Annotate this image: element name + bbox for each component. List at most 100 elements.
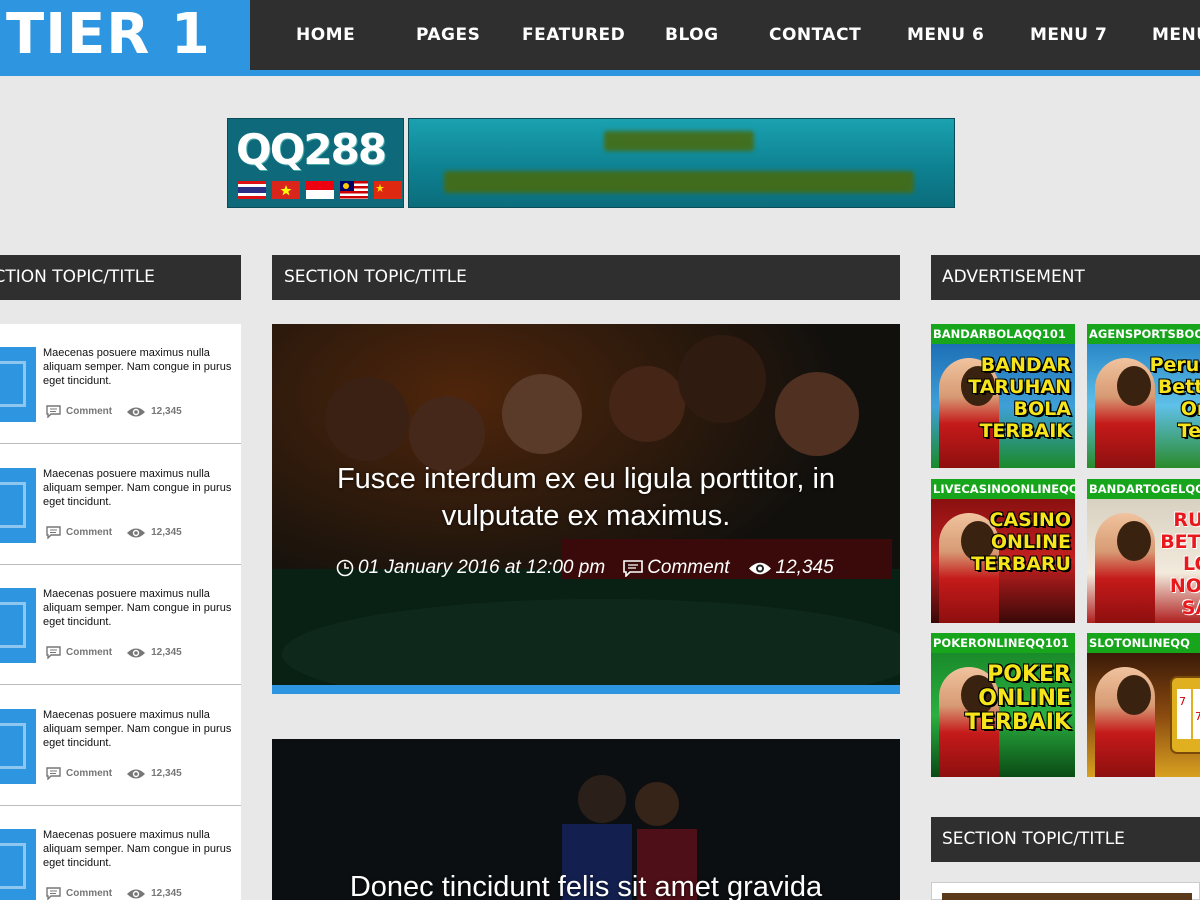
- image-placeholder-icon: [0, 829, 36, 900]
- image-placeholder-icon: [0, 347, 36, 422]
- list-item-excerpt[interactable]: Maecenas posuere maximus nulla aliquam s…: [43, 828, 233, 870]
- list-item-excerpt[interactable]: Maecenas posuere maximus nulla aliquam s…: [43, 467, 233, 509]
- list-item-excerpt[interactable]: Maecenas posuere maximus nulla aliquam s…: [43, 708, 233, 750]
- list-item-meta: Comment 12,345: [46, 646, 182, 659]
- comment-link[interactable]: Comment: [647, 557, 729, 579]
- view-count: 12,345: [151, 527, 182, 538]
- ad-image: RUMABETTINLOTTNOMOSATU: [1087, 499, 1200, 623]
- comment-icon: [623, 559, 643, 577]
- nav-item-menu-7[interactable]: MENU 7: [1030, 25, 1107, 45]
- ad-model: [1095, 667, 1155, 777]
- eye-icon: [748, 562, 771, 574]
- list-item[interactable]: Maecenas posuere maximus nulla aliquam s…: [0, 445, 241, 565]
- list-item-meta: Comment 12,345: [46, 405, 182, 418]
- banner-logo-panel: QQ288: [227, 118, 404, 208]
- nav-item-menu-6[interactable]: MENU 6: [907, 25, 984, 45]
- banner-promo-panel: [408, 118, 955, 208]
- ad-image: 7 7 7: [1087, 653, 1200, 777]
- featured-post-card[interactable]: Fusce interdum ex eu ligula porttitor, i…: [272, 324, 900, 694]
- view-count: 12,345: [775, 557, 834, 578]
- svg-text:7: 7: [1179, 695, 1186, 708]
- ad-headline: BANDAR TARUHAN BOLA TERBAIK: [968, 354, 1071, 442]
- vietnam-flag-icon: [272, 181, 300, 199]
- ad-image: CASINO ONLINE TERBARU: [931, 499, 1075, 623]
- nav-item-home[interactable]: HOME: [296, 25, 355, 45]
- list-item-meta: Comment 12,345: [46, 526, 182, 539]
- comment-icon: [46, 405, 61, 418]
- featured-post-title[interactable]: Fusce interdum ex eu ligula porttitor, i…: [292, 461, 880, 535]
- image-placeholder-icon: [0, 468, 36, 543]
- right-section-title: SECTION TOPIC/TITLE: [931, 817, 1200, 862]
- list-item-excerpt[interactable]: Maecenas posuere maximus nulla aliquam s…: [43, 346, 233, 388]
- main-nav: HOME PAGES FEATURED BLOG CONTACT MENU 6 …: [250, 0, 1200, 70]
- nav-item-contact[interactable]: CONTACT: [769, 25, 861, 45]
- image-placeholder-icon: [0, 709, 36, 784]
- site-logo[interactable]: TIER 1: [0, 0, 250, 70]
- slot-machine-icon: 7 7 7: [1170, 676, 1200, 754]
- list-item[interactable]: Maecenas posuere maximus nulla aliquam s…: [0, 806, 241, 900]
- ad-tile[interactable]: SLOTONLINEQQ 7 7 7: [1087, 633, 1200, 777]
- featured-post-title[interactable]: Donec tincidunt felis sit amet gravida: [292, 869, 880, 900]
- view-count: 12,345: [151, 888, 182, 899]
- nav-item-menu-8[interactable]: MENU 8: [1152, 25, 1200, 45]
- comment-icon: [46, 646, 61, 659]
- site-logo-text: TIER 1: [6, 2, 211, 67]
- eye-icon: [127, 528, 146, 537]
- list-item-excerpt[interactable]: Maecenas posuere maximus nulla aliquam s…: [43, 587, 233, 629]
- malaysia-flag-icon: [340, 181, 368, 199]
- ad-label: SLOTONLINEQQ: [1087, 633, 1200, 653]
- ad-label: BANDARTOGELQQ: [1087, 479, 1200, 499]
- comment-link[interactable]: Comment: [66, 527, 112, 538]
- clock-icon: [336, 559, 354, 577]
- comment-link[interactable]: Comment: [66, 768, 112, 779]
- ad-headline: RUMABETTINLOTTNOMOSATU: [1160, 509, 1200, 619]
- view-count: 12,345: [151, 406, 182, 417]
- comment-icon: [46, 887, 61, 900]
- ad-image: POKER ONLINE TERBAIK: [931, 653, 1075, 777]
- banner-logo-text: QQ288: [236, 125, 387, 174]
- ad-headline: PerusahBettingOnlinTerba: [1149, 354, 1200, 442]
- post-date: 01 January 2016 at 12:00 pm: [358, 557, 606, 578]
- indonesia-flag-icon: [306, 181, 334, 199]
- china-flag-icon: [374, 181, 402, 199]
- thailand-flag-icon: [238, 181, 266, 199]
- advertisement-title: ADVERTISEMENT: [931, 255, 1200, 300]
- ad-label: AGENSPORTSBOOKQ: [1087, 324, 1200, 344]
- ad-model: [1095, 358, 1155, 468]
- ad-label: POKERONLINEQQ101: [931, 633, 1075, 653]
- ad-headline: CASINO ONLINE TERBARU: [971, 509, 1071, 575]
- list-item-meta: Comment 12,345: [46, 887, 182, 900]
- ad-model: [1095, 513, 1155, 623]
- ad-label: LIVECASINOONLINEQQ101: [931, 479, 1075, 499]
- svg-text:7: 7: [1195, 710, 1200, 723]
- nav-item-pages[interactable]: PAGES: [416, 25, 480, 45]
- eye-icon: [127, 407, 146, 416]
- ad-headline: POKER ONLINE TERBAIK: [964, 662, 1071, 735]
- comment-link[interactable]: Comment: [66, 406, 112, 417]
- nav-item-featured[interactable]: FEATURED: [522, 25, 625, 45]
- left-post-list: Maecenas posuere maximus nulla aliquam s…: [0, 324, 241, 900]
- main-section-title: SECTION TOPIC/TITLE: [272, 255, 900, 300]
- ad-tile[interactable]: LIVECASINOONLINEQQ101 CASINOONLINETERBAR…: [931, 479, 1075, 623]
- eye-icon: [127, 648, 146, 657]
- list-item-meta: Comment 12,345: [46, 767, 182, 780]
- ad-tile[interactable]: AGENSPORTSBOOKQ PerusahBettingOnlinTerba: [1087, 324, 1200, 468]
- ad-image: BANDAR TARUHAN BOLA TERBAIK: [931, 344, 1075, 468]
- list-item[interactable]: Maecenas posuere maximus nulla aliquam s…: [0, 686, 241, 806]
- ad-tile[interactable]: POKERONLINEQQ101 POKER ONLINE TERBAIK: [931, 633, 1075, 777]
- nav-item-blog[interactable]: BLOG: [665, 25, 719, 45]
- featured-post-meta: 01 January 2016 at 12:00 pm Comment 12,3…: [336, 557, 852, 579]
- ad-tile[interactable]: BANDARTOGELQQ RUMABETTINLOTTNOMOSATU: [1087, 479, 1200, 623]
- eye-icon: [127, 769, 146, 778]
- top-banner-ad[interactable]: QQ288: [227, 118, 955, 208]
- comment-link[interactable]: Comment: [66, 888, 112, 899]
- list-item[interactable]: Maecenas posuere maximus nulla aliquam s…: [0, 324, 241, 444]
- left-section-title: SECTION TOPIC/TITLE: [0, 255, 241, 300]
- banner-flags: [238, 181, 402, 199]
- featured-post-card[interactable]: Donec tincidunt felis sit amet gravida: [272, 739, 900, 900]
- right-section-preview[interactable]: [931, 882, 1200, 900]
- view-count: 12,345: [151, 768, 182, 779]
- list-item[interactable]: Maecenas posuere maximus nulla aliquam s…: [0, 565, 241, 685]
- comment-link[interactable]: Comment: [66, 647, 112, 658]
- ad-tile[interactable]: BANDARBOLAQQ101 BANDAR TARUHAN BOLA TERBAIK: [931, 324, 1075, 468]
